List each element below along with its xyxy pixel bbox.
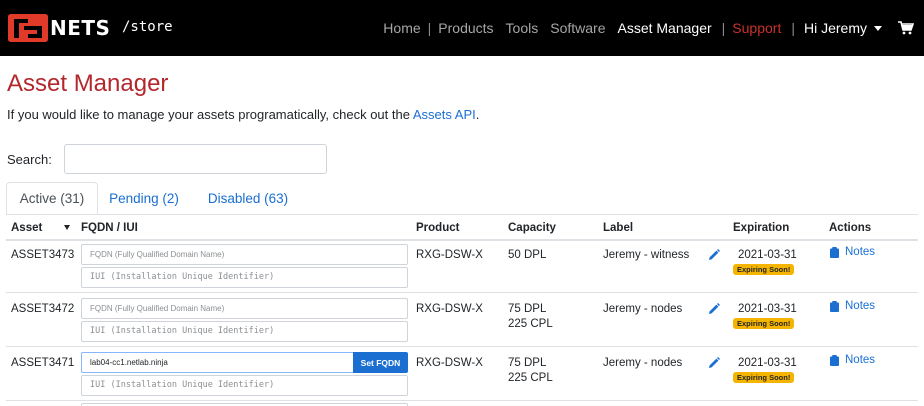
capacity-secondary: 225 CPL — [508, 318, 553, 330]
cart-icon[interactable] — [898, 21, 915, 35]
pencil-icon[interactable] — [708, 356, 720, 368]
clipboard-icon — [830, 246, 839, 258]
capacity: 50 DPL — [508, 249, 547, 261]
caret-down-icon — [874, 25, 882, 31]
header-asset-label: Asset — [11, 222, 43, 234]
capacity: 75 DPL — [508, 357, 547, 369]
asset-id: ASSET3473 — [11, 249, 75, 261]
logo-mark-icon — [8, 14, 48, 42]
expiring-badge: Expiring Soon! — [733, 372, 795, 383]
nav-tools[interactable]: Tools — [498, 20, 543, 36]
nav-software[interactable]: Software — [542, 20, 609, 36]
expiration-date: 2021-03-31 — [738, 249, 797, 261]
notes-label: Notes — [845, 300, 876, 312]
table-header-divider — [6, 239, 918, 241]
search-input[interactable] — [64, 144, 327, 174]
status-tabs: Active (31) Pending (2) Disabled (63) — [6, 182, 918, 215]
store-path: /store — [122, 19, 173, 35]
iui-input[interactable]: IUI (Installation Unique Identifier) — [81, 375, 408, 396]
tab-active[interactable]: Active (31) — [6, 182, 98, 215]
intro-text: If you would like to manage your assets … — [7, 107, 479, 122]
fqdn-input[interactable]: lab04-cc1.netlab.ninja — [81, 352, 354, 373]
clipboard-icon — [830, 300, 839, 312]
notes-label: Notes — [845, 354, 876, 366]
nav-products[interactable]: Products — [434, 20, 497, 36]
intro-text-end: . — [475, 107, 480, 122]
expiring-badge: Expiring Soon! — [733, 264, 795, 275]
page-title: Asset Manager — [7, 70, 169, 97]
set-fqdn-button[interactable]: Set FQDN — [353, 352, 408, 373]
header-capacity: Capacity — [508, 222, 556, 234]
asset-label: Jeremy - nodes — [603, 357, 683, 369]
top-navbar: NETS /store Home | Products Tools Softwa… — [0, 0, 924, 56]
clipboard-icon — [830, 354, 839, 366]
nav-asset-manager[interactable]: Asset Manager — [609, 20, 715, 36]
header-actions: Actions — [829, 222, 872, 234]
header-expiration: Expiration — [733, 222, 790, 234]
header-product: Product — [416, 222, 460, 234]
product: RXG-DSW-X — [416, 357, 483, 369]
intro-text-body: If you would like to manage your assets … — [7, 107, 413, 122]
notes-label: Notes — [845, 246, 876, 258]
asset-id: ASSET3472 — [11, 303, 75, 315]
nav-links: Home | Products Tools Software Asset Man… — [379, 0, 915, 56]
iui-input[interactable]: IUI (Installation Unique Identifier) — [81, 267, 408, 288]
pencil-icon[interactable] — [708, 248, 720, 260]
notes-button[interactable]: Notes — [830, 246, 875, 258]
nav-separator: | — [721, 20, 726, 36]
nav-separator: | — [791, 20, 795, 36]
user-menu[interactable]: Hi Jeremy — [798, 20, 886, 36]
nav-home[interactable]: Home — [379, 20, 424, 36]
user-greeting: Hi Jeremy — [803, 20, 867, 36]
nets-logo[interactable]: NETS — [6, 10, 110, 46]
product: RXG-DSW-X — [416, 249, 483, 261]
expiration-date: 2021-03-31 — [738, 303, 797, 315]
tab-disabled[interactable]: Disabled (63) — [199, 182, 297, 215]
iui-input[interactable]: IUI (Installation Unique Identifier) — [81, 321, 408, 342]
tab-pending[interactable]: Pending (2) — [103, 182, 185, 215]
row-divider — [6, 292, 918, 293]
fqdn-input[interactable]: FQDN (Fully Qualified Domain Name) — [81, 244, 408, 265]
asset-label: Jeremy - nodes — [603, 303, 683, 315]
nav-separator: | — [427, 20, 432, 36]
pencil-icon[interactable] — [708, 302, 720, 314]
search-label: Search: — [7, 152, 52, 167]
fqdn-input[interactable]: FQDN (Fully Qualified Domain Name) — [81, 298, 408, 319]
asset-label: Jeremy - witness — [603, 249, 690, 261]
sort-caret-icon — [64, 225, 71, 231]
product: RXG-DSW-X — [416, 303, 483, 315]
row-divider — [6, 346, 918, 347]
header-fqdn: FQDN / IUI — [81, 222, 138, 234]
capacity: 75 DPL — [508, 303, 547, 315]
tabs-divider — [6, 214, 918, 215]
header-label: Label — [603, 222, 634, 234]
asset-id: ASSET3471 — [11, 357, 75, 369]
row-divider — [6, 400, 918, 401]
nav-support[interactable]: Support — [728, 20, 785, 36]
notes-button[interactable]: Notes — [830, 354, 875, 366]
header-asset[interactable]: Asset — [11, 222, 78, 234]
capacity-secondary: 225 CPL — [508, 372, 553, 384]
notes-button[interactable]: Notes — [830, 300, 875, 312]
expiration-date: 2021-03-31 — [738, 357, 797, 369]
expiring-badge: Expiring Soon! — [733, 318, 795, 329]
assets-api-link[interactable]: Assets API — [413, 107, 476, 122]
brand-name: NETS — [50, 16, 111, 40]
